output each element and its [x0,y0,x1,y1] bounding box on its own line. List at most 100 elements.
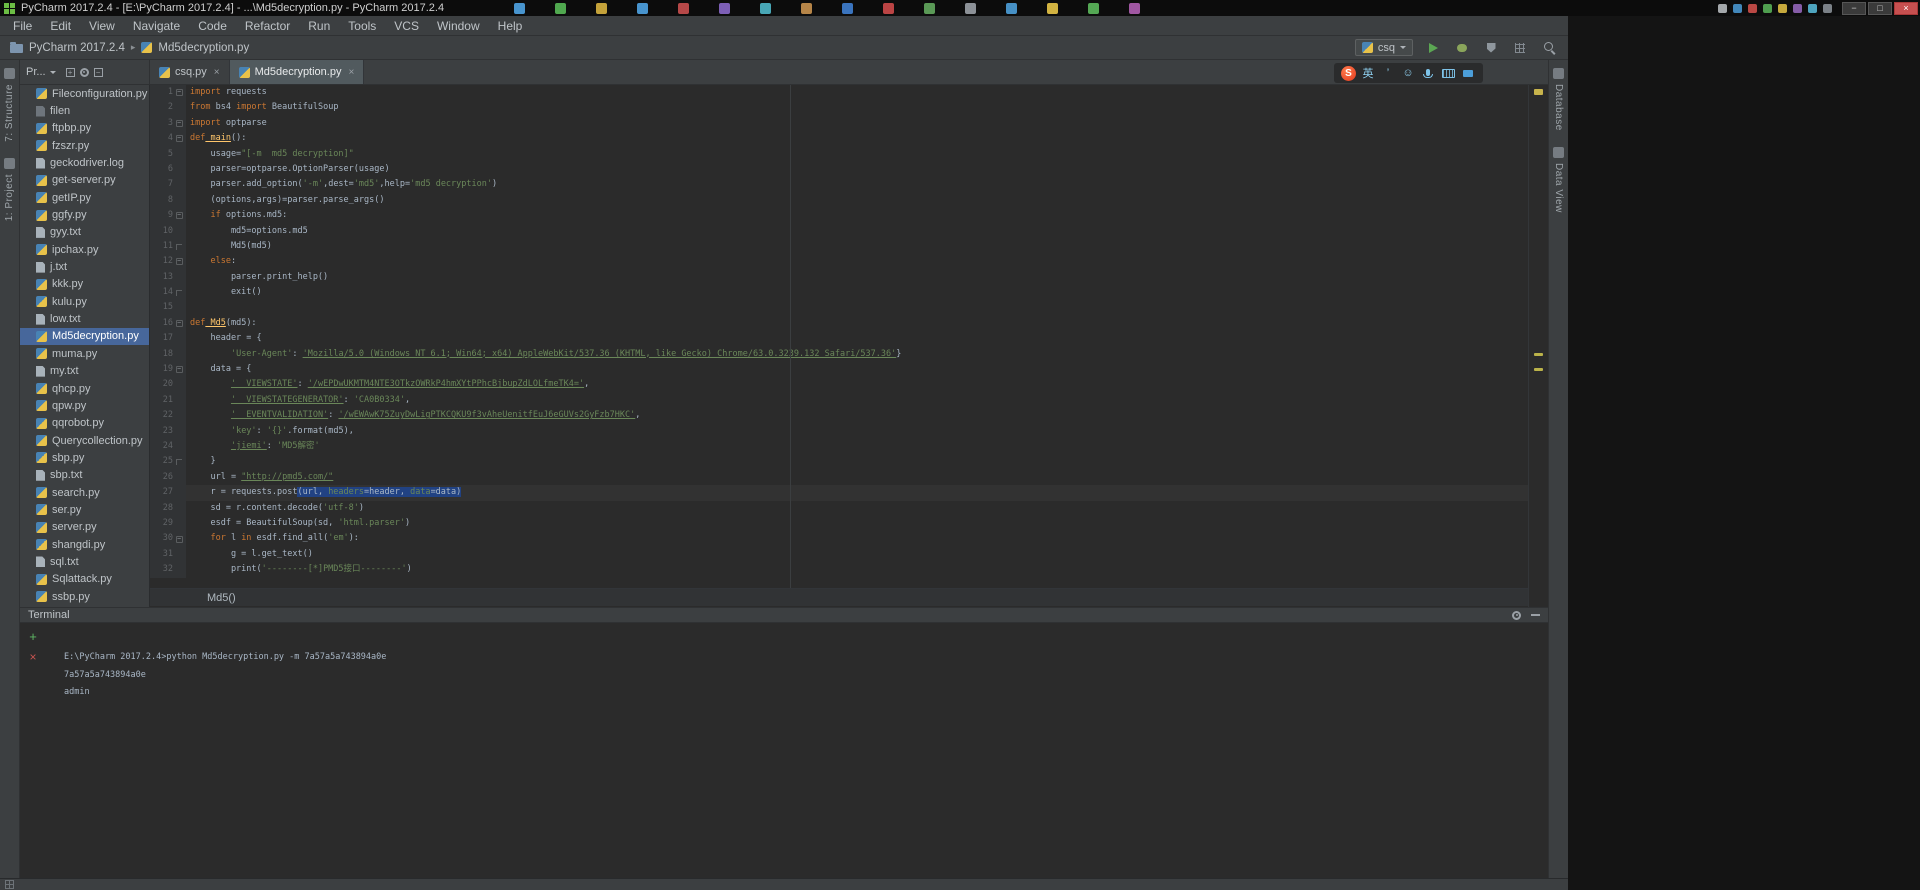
fold-minus-icon[interactable]: − [175,89,183,97]
editor-gutter[interactable]: 11 [150,238,186,255]
code-line[interactable]: 9− if options.md5: [150,208,1528,224]
taskbar-app-icon[interactable] [924,2,936,14]
menu-item-window[interactable]: Window [428,16,489,36]
taskbar-app-icon[interactable] [965,2,977,14]
code-line[interactable]: 8 (options,args)=parser.parse_args() [150,192,1528,209]
run-config-selector[interactable]: csq [1354,39,1413,56]
tool-strip-button[interactable]: Data View [1549,139,1568,221]
code-line[interactable]: 30− for l in esdf.find_all('em'): [150,531,1528,547]
code-text[interactable]: 'User-Agent': 'Mozilla/5.0 (Windows NT 6… [186,347,1528,362]
code-line[interactable]: 13 parser.print_help() [150,269,1528,286]
editor-gutter[interactable]: 31 [150,546,186,563]
project-file-row[interactable]: server.py [20,519,149,536]
editor-gutter[interactable]: 32 [150,562,186,578]
menu-item-file[interactable]: File [4,16,41,36]
editor-gutter[interactable]: 5 [150,146,186,162]
code-text[interactable]: parser.print_help() [186,270,1528,285]
editor-gutter[interactable]: 8 [150,192,186,209]
breadcrumb-file[interactable]: Md5decryption.py [158,42,249,54]
menu-item-view[interactable]: View [80,16,124,36]
code-line[interactable]: 26 url = "http://pmd5.com/" [150,469,1528,486]
editor-gutter[interactable]: 14 [150,285,186,301]
close-session-icon[interactable]: × [29,651,36,663]
project-file-row[interactable]: gyy.txt [20,224,149,241]
project-file-row[interactable]: kulu.py [20,293,149,310]
editor-gutter[interactable]: 21 [150,392,186,409]
search-everywhere-button[interactable] [1540,39,1558,57]
code-line[interactable]: 28 sd = r.content.decode('utf-8') [150,500,1528,516]
breadcrumb-item[interactable]: Md5() [207,592,236,604]
fold-marker[interactable]: − [173,320,185,328]
code-line[interactable]: 14 exit() [150,285,1528,301]
code-text[interactable]: print('--------[*]PMD5接口--------') [186,562,1528,577]
project-file-row[interactable]: sbp.txt [20,467,149,484]
project-file-row[interactable]: qhcp.py [20,380,149,397]
editor-gutter[interactable]: 17 [150,331,186,347]
editor-gutter[interactable]: 20 [150,377,186,393]
project-file-row[interactable]: geckodriver.log [20,154,149,171]
project-file-row[interactable]: kkk.py [20,276,149,293]
code-line[interactable]: 24 'jiemi': 'MD5解密' [150,438,1528,455]
language-toggle-icon[interactable]: 英 [1360,65,1376,81]
taskbar-app-icon[interactable] [801,2,813,14]
fold-minus-icon[interactable]: − [175,258,183,266]
terminal-title[interactable]: Terminal [28,609,70,621]
code-text[interactable]: if options.md5: [186,208,1528,223]
project-file-row[interactable]: fzszr.py [20,137,149,154]
code-line[interactable]: 20 '__VIEWSTATE': '/wEPDwUKMTM4NTE3OTkzO… [150,377,1528,393]
start-button[interactable] [4,2,15,14]
fold-marker[interactable]: − [173,119,185,127]
editor-gutter[interactable]: 15 [150,300,186,316]
project-file-row[interactable]: Md5decryption.py [20,327,149,346]
editor-gutter[interactable]: 3− [150,115,186,132]
fold-minus-icon[interactable]: − [175,135,183,143]
collapse-all-icon[interactable]: − [93,67,103,77]
code-line[interactable]: 4− def main(): [150,131,1528,147]
code-text[interactable]: for l in esdf.find_all('em'): [186,531,1528,546]
settings-gear-icon[interactable] [79,67,89,77]
active-window-title[interactable]: PyCharm 2017.2.4 - [E:\PyCharm 2017.2.4]… [21,2,444,14]
project-file-row[interactable]: qqrobot.py [20,415,149,432]
fold-minus-icon[interactable]: − [175,535,183,543]
code-line[interactable]: 22 '__EVENTVALIDATION': '/wEWAwK75ZuyDwL… [150,408,1528,424]
taskbar-app-icon[interactable] [1006,2,1018,14]
code-line[interactable]: 23 'key': '{}'.format(md5), [150,423,1528,439]
project-file-row[interactable]: ser.py [20,501,149,518]
taskbar-app-icon[interactable] [637,2,649,14]
fold-marker[interactable]: − [173,212,185,220]
fold-marker[interactable] [173,244,185,250]
project-file-row[interactable]: shangdi.py [20,536,149,553]
fold-marker[interactable]: − [173,135,185,143]
hide-panel-icon[interactable] [1531,614,1540,616]
toolwindow-switcher-icon[interactable] [5,880,14,889]
project-file-row[interactable]: ipchax.py [20,241,149,258]
code-line[interactable]: 11 Md5(md5) [150,238,1528,255]
code-line[interactable]: 1− import requests [150,85,1528,101]
taskbar-app-icon[interactable] [719,2,731,14]
minimize-button[interactable]: − [1842,1,1866,15]
project-file-row[interactable]: low.txt [20,310,149,327]
code-text[interactable]: '__EVENTVALIDATION': '/wEWAwK75ZuyDwLigP… [186,408,1528,423]
terminal-output[interactable]: E:\PyCharm 2017.2.4>python Md5decryption… [46,623,1548,702]
code-text[interactable]: parser.add_option('-m',dest='md5',help='… [186,177,1528,192]
editor-gutter[interactable]: 4− [150,131,186,147]
editor-gutter[interactable]: 22 [150,408,186,424]
taskbar-app-icon[interactable] [514,2,526,14]
project-file-row[interactable]: Fileconfiguration.py [20,85,149,102]
editor-gutter[interactable]: 30− [150,531,186,547]
tool-strip-button[interactable]: Database [1549,60,1568,139]
code-line[interactable]: 25 } [150,454,1528,470]
code-line[interactable]: 18 'User-Agent': 'Mozilla/5.0 (Windows N… [150,346,1528,363]
terminal-settings-icon[interactable] [1512,610,1521,620]
code-text[interactable]: def main(): [186,131,1528,146]
code-line[interactable]: 17 header = { [150,331,1528,347]
editor-gutter[interactable]: 13 [150,269,186,286]
code-text[interactable]: Md5(md5) [186,239,1528,254]
editor-gutter[interactable]: 2 [150,100,186,116]
editor-gutter[interactable]: 28 [150,500,186,516]
taskbar-app-icon[interactable] [883,2,895,14]
code-text[interactable]: else: [186,254,1528,269]
editor-gutter[interactable]: 7 [150,177,186,193]
code-text[interactable]: g = l.get_text() [186,547,1528,562]
fold-marker[interactable]: − [173,258,185,266]
